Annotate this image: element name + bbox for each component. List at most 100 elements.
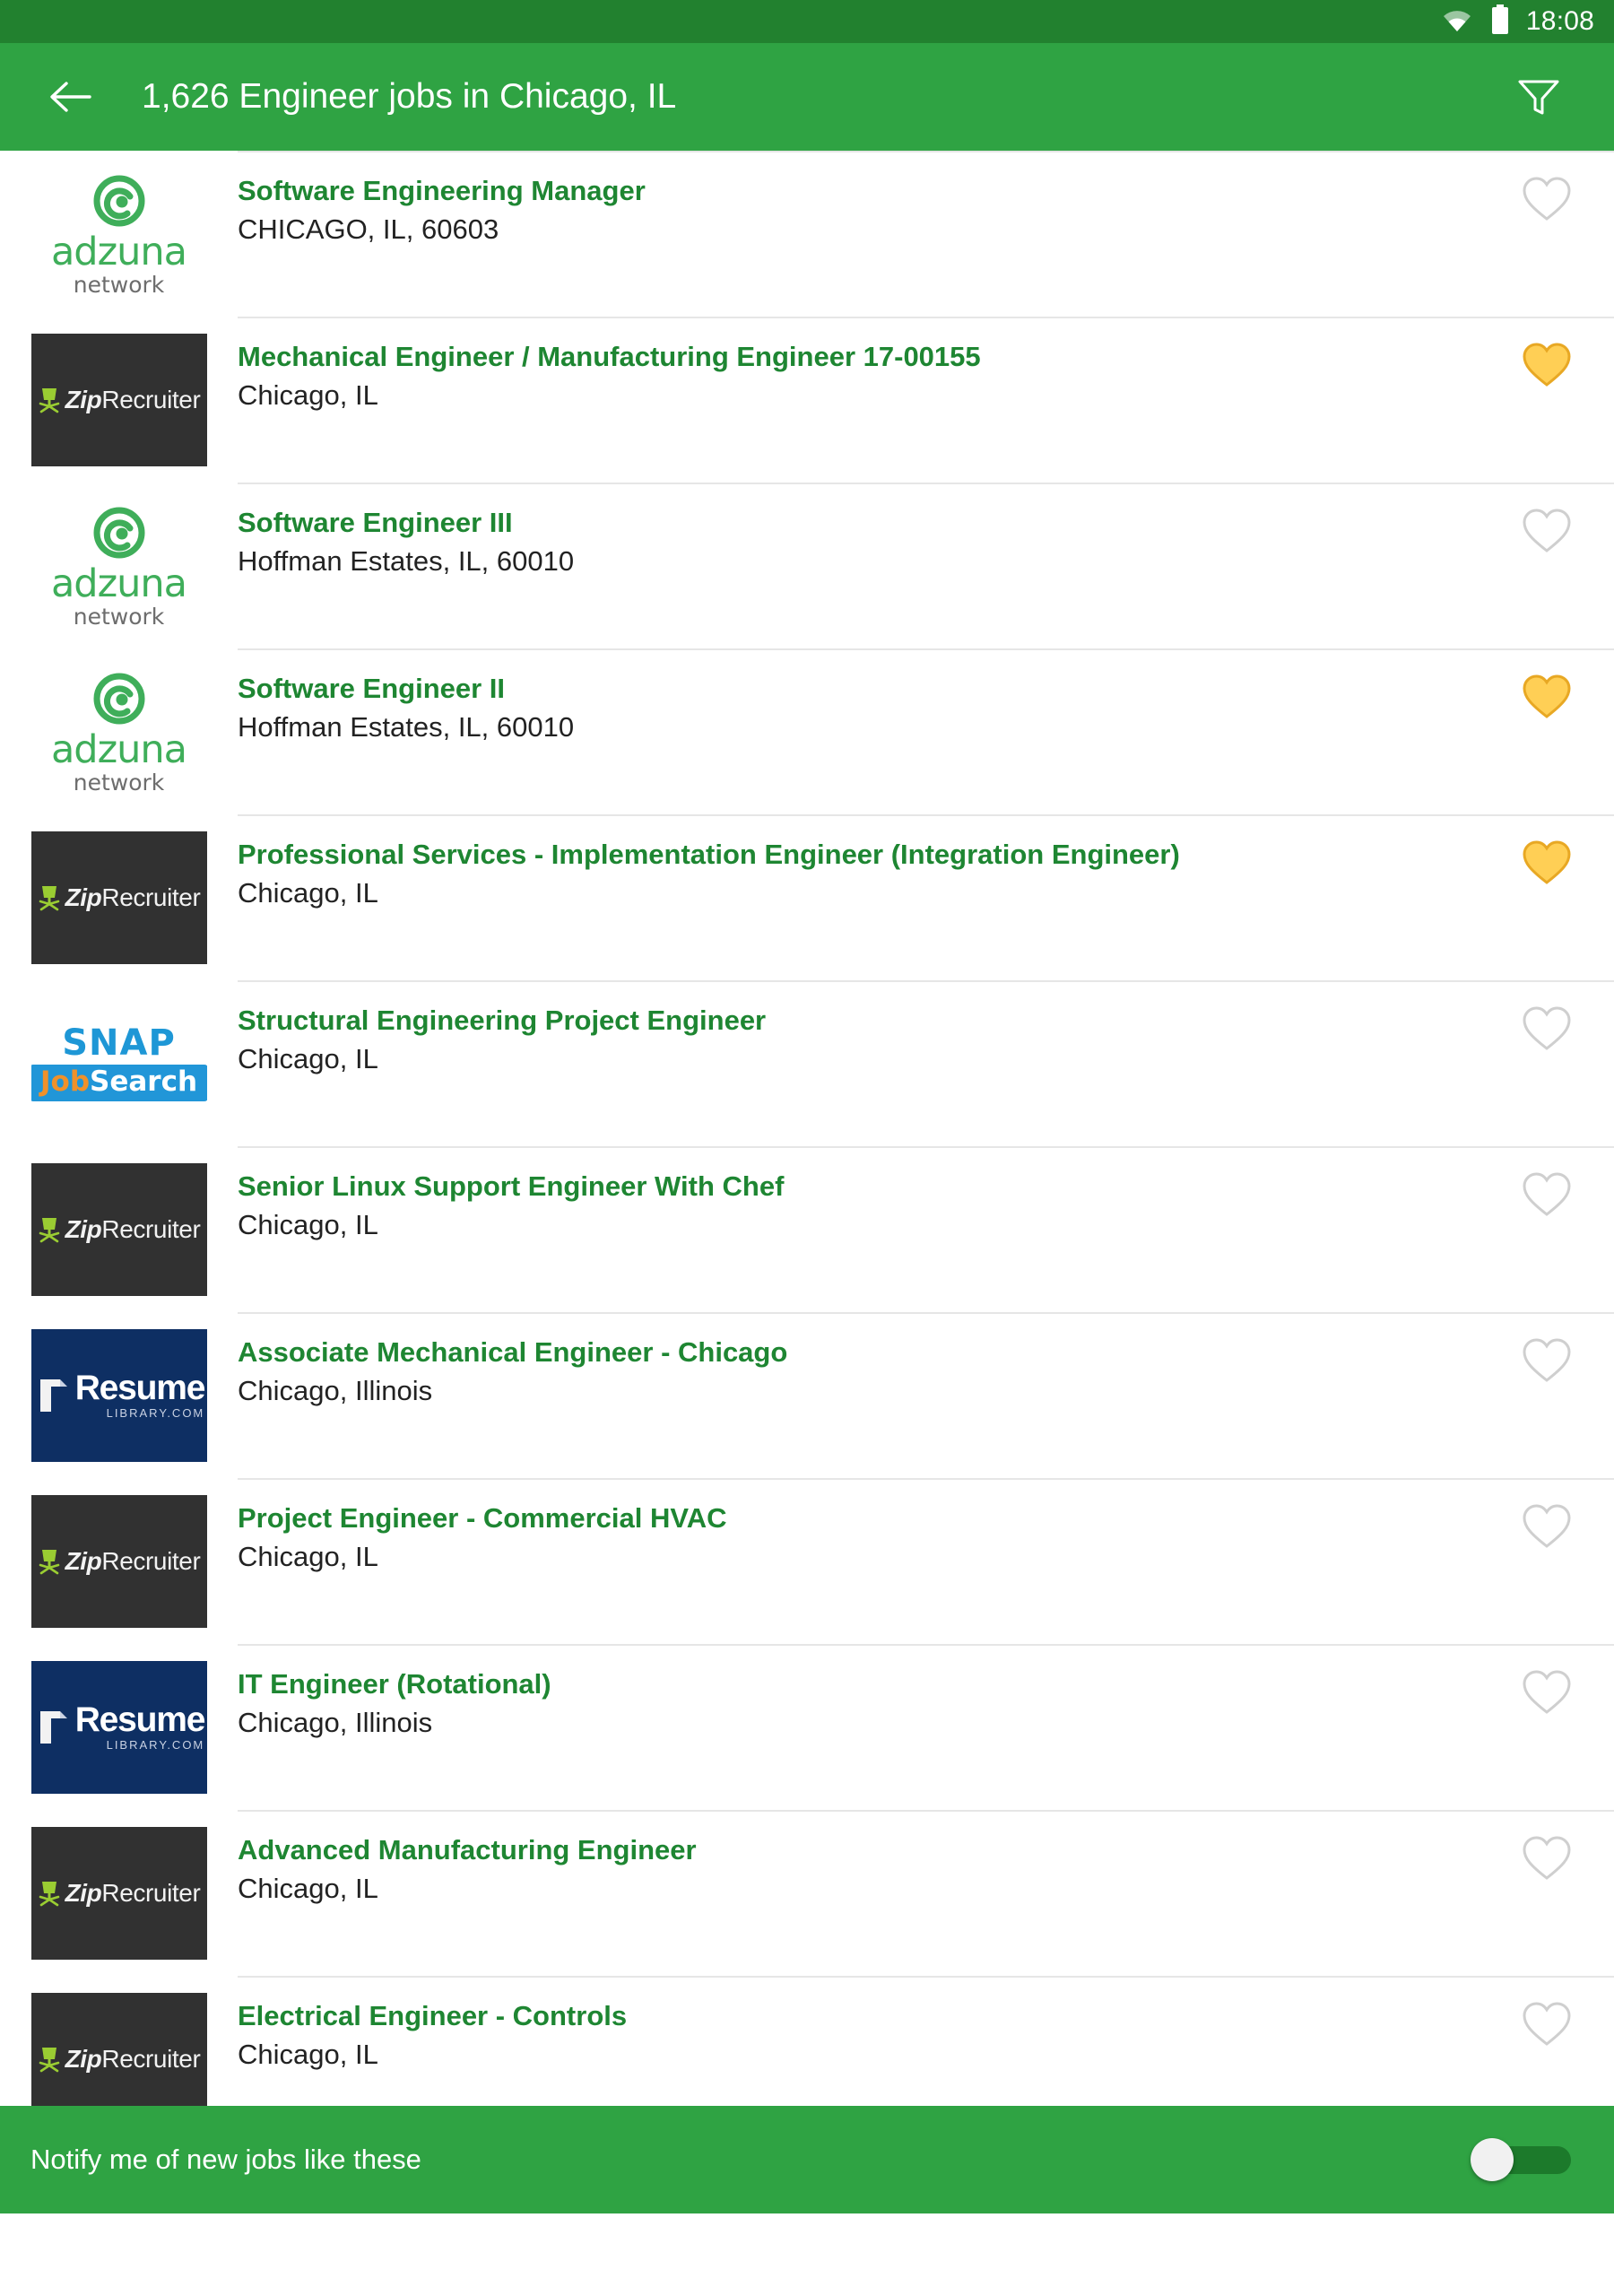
job-title[interactable]: Electrical Engineer - Controls [238, 1999, 1465, 2033]
favorite-toggle[interactable] [1480, 1478, 1614, 1644]
status-clock: 18:08 [1525, 6, 1594, 36]
snap-jobsearch-logo: SNAP JobSearch [30, 996, 207, 1130]
adzuna-logo: adzuna network [31, 503, 207, 629]
favorite-toggle[interactable] [1480, 1312, 1614, 1478]
recruiter-word: Recruiter [101, 1878, 201, 1907]
resume-logo-subtext: LIBRARY.COM [106, 1737, 205, 1752]
job-location: Chicago, IL [238, 1043, 378, 1074]
ziprecruiter-logo-text: ZipRecruiter [65, 1546, 201, 1575]
job-title[interactable]: Advanced Manufacturing Engineer [238, 1833, 1465, 1867]
favorite-toggle[interactable] [1480, 1976, 1614, 2106]
job-location: Chicago, IL [238, 877, 378, 909]
job-details: Associate Mechanical Engineer - Chicago … [238, 1312, 1480, 1478]
job-list-item[interactable]: ZipRecruiter Professional Services - Imp… [0, 814, 1614, 980]
job-list-item[interactable]: adzuna network Software Engineering Mana… [0, 151, 1614, 317]
job-list-item[interactable]: SNAP JobSearch Structural Engineering Pr… [0, 980, 1614, 1146]
job-source-logo: ZipRecruiter [0, 1976, 238, 2106]
adzuna-spiral-icon [93, 507, 145, 558]
job-list-item[interactable]: adzuna network Software Engineer III Hof… [0, 483, 1614, 648]
ziprecruiter-logo: ZipRecruiter [30, 333, 207, 466]
job-title[interactable]: Professional Services - Implementation E… [238, 838, 1465, 872]
job-title[interactable]: IT Engineer (Rotational) [238, 1667, 1465, 1701]
ziprecruiter-logo-text: ZipRecruiter [65, 2044, 201, 2073]
favorite-toggle[interactable] [1480, 1146, 1614, 1312]
job-title[interactable]: Senior Linux Support Engineer With Chef [238, 1170, 1465, 1204]
job-list-item[interactable]: ZipRecruiter Project Engineer - Commerci… [0, 1478, 1614, 1644]
wifi-icon [1440, 7, 1474, 37]
notify-label: Notify me of new jobs like these [30, 2144, 421, 2175]
adzuna-spiral-icon [93, 673, 145, 724]
favorite-toggle[interactable] [1480, 1644, 1614, 1810]
job-title[interactable]: Structural Engineering Project Engineer [238, 1004, 1465, 1038]
job-list-item[interactable]: ZipRecruiter Advanced Manufacturing Engi… [0, 1810, 1614, 1976]
job-source-logo: adzuna network [0, 648, 238, 814]
job-list-item[interactable]: Resume LIBRARY.COM IT Engineer (Rotation… [0, 1644, 1614, 1810]
ziprecruiter-logo: ZipRecruiter [30, 831, 207, 964]
favorite-toggle[interactable] [1480, 151, 1614, 317]
notify-toggle-switch[interactable] [1471, 2138, 1571, 2181]
job-title[interactable]: Software Engineer III [238, 506, 1465, 540]
job-details: Software Engineering Manager CHICAGO, IL… [238, 151, 1480, 317]
job-source-logo: Resume LIBRARY.COM [0, 1312, 238, 1478]
job-details: Mechanical Engineer / Manufacturing Engi… [238, 317, 1480, 483]
heart-filled-icon [1523, 840, 1571, 884]
app-bar: 1,626 Engineer jobs in Chicago, IL [0, 43, 1614, 151]
heart-outline-icon [1523, 509, 1571, 552]
adzuna-logo-subtext: network [73, 271, 165, 298]
heart-outline-icon [1523, 1836, 1571, 1880]
ziprecruiter-logo: ZipRecruiter [30, 1826, 207, 1960]
job-list-item[interactable]: adzuna network Software Engineer II Hoff… [0, 648, 1614, 814]
job-list-item[interactable]: ZipRecruiter Mechanical Engineer / Manuf… [0, 317, 1614, 483]
job-source-logo: adzuna network [0, 151, 238, 317]
zip-word: Zip [65, 2044, 102, 2073]
job-title[interactable]: Mechanical Engineer / Manufacturing Engi… [238, 340, 1465, 374]
battery-full-icon [1490, 4, 1510, 39]
bottom-spacer [0, 2213, 1614, 2296]
heart-outline-icon [1523, 1006, 1571, 1050]
job-details: Structural Engineering Project Engineer … [238, 980, 1480, 1146]
job-source-logo: SNAP JobSearch [0, 980, 238, 1146]
job-details: Software Engineer II Hoffman Estates, IL… [238, 648, 1480, 814]
job-title[interactable]: Software Engineer II [238, 672, 1465, 706]
heart-outline-icon [1523, 1670, 1571, 1714]
adzuna-logo: adzuna network [31, 669, 207, 795]
favorite-toggle[interactable] [1480, 980, 1614, 1146]
job-source-logo: ZipRecruiter [0, 814, 238, 980]
favorite-toggle[interactable] [1480, 317, 1614, 483]
resume-page-icon [39, 1710, 67, 1744]
job-list[interactable]: adzuna network Software Engineering Mana… [0, 151, 1614, 2106]
ziprecruiter-chair-icon [39, 1881, 59, 1906]
heart-outline-icon [1523, 1172, 1571, 1216]
job-title[interactable]: Associate Mechanical Engineer - Chicago [238, 1335, 1465, 1370]
filter-button[interactable] [1501, 59, 1576, 135]
favorite-toggle[interactable] [1480, 483, 1614, 648]
job-details: Advanced Manufacturing Engineer Chicago,… [238, 1810, 1480, 1976]
ziprecruiter-chair-icon [39, 2047, 59, 2072]
filter-funnel-icon [1518, 80, 1559, 115]
heart-outline-icon [1523, 2002, 1571, 2046]
job-location: Chicago, IL [238, 2039, 378, 2070]
toggle-knob[interactable] [1471, 2138, 1514, 2181]
job-title[interactable]: Software Engineering Manager [238, 174, 1465, 208]
job-details: Software Engineer III Hoffman Estates, I… [238, 483, 1480, 648]
job-location: CHICAGO, IL, 60603 [238, 213, 499, 245]
job-list-item[interactable]: ZipRecruiter Electrical Engineer - Contr… [0, 1976, 1614, 2106]
adzuna-spiral-icon [93, 175, 145, 226]
favorite-toggle[interactable] [1480, 648, 1614, 814]
resume-logo-text: Resume [74, 1700, 206, 1739]
job-location: Hoffman Estates, IL, 60010 [238, 545, 575, 577]
job-list-item[interactable]: ZipRecruiter Senior Linux Support Engine… [0, 1146, 1614, 1312]
job-title[interactable]: Project Engineer - Commercial HVAC [238, 1501, 1465, 1535]
snap-job-word: Job [39, 1065, 91, 1098]
favorite-toggle[interactable] [1480, 814, 1614, 980]
favorite-toggle[interactable] [1480, 1810, 1614, 1976]
job-list-item[interactable]: Resume LIBRARY.COM Associate Mechanical … [0, 1312, 1614, 1478]
resume-library-logo: Resume LIBRARY.COM [30, 1660, 207, 1794]
adzuna-logo-text: adzuna [50, 726, 187, 772]
back-button[interactable] [38, 65, 102, 129]
status-bar: 18:08 [0, 0, 1614, 43]
ziprecruiter-logo: ZipRecruiter [30, 1992, 207, 2106]
job-source-logo: ZipRecruiter [0, 1810, 238, 1976]
recruiter-word: Recruiter [101, 1546, 201, 1575]
job-location: Chicago, IL [238, 379, 378, 411]
